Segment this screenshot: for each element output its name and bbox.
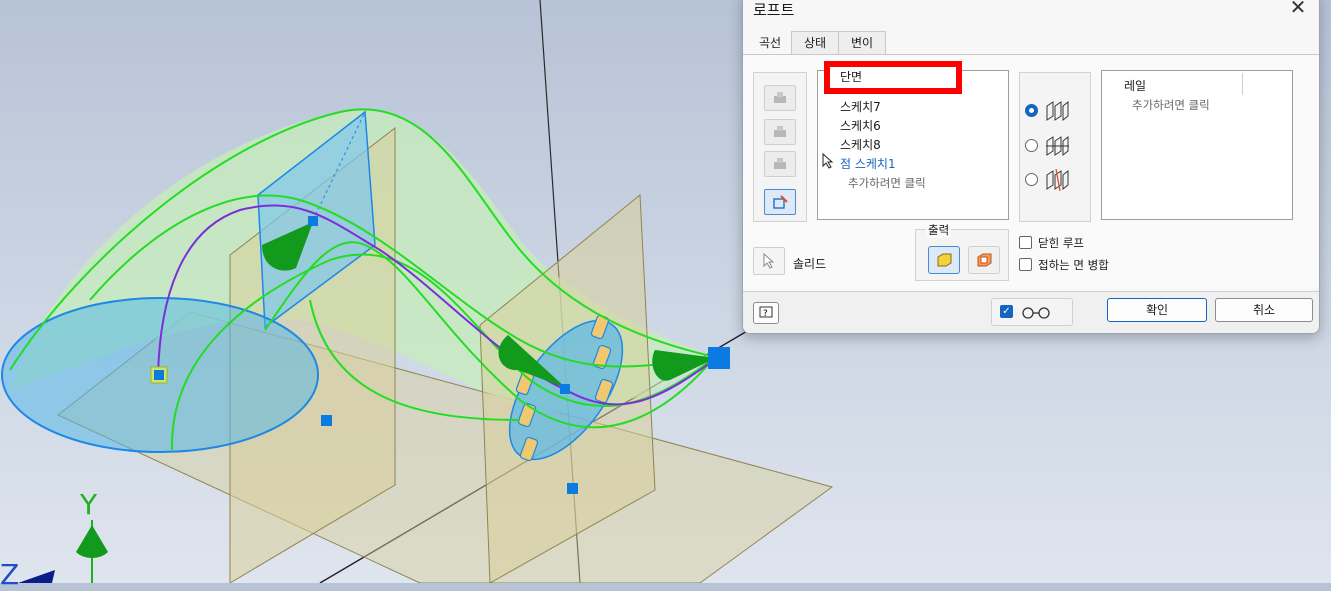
- preview-checkbox[interactable]: ✓: [1000, 305, 1013, 318]
- solid-output-icon: [937, 253, 952, 267]
- dialog-footer: ? ✓ 확인 취소: [743, 291, 1319, 333]
- center-line-mode-icon: [1046, 135, 1069, 157]
- remove-button[interactable]: [764, 151, 796, 177]
- sections-header: 단면: [840, 70, 863, 84]
- tab-conditions[interactable]: 상태: [791, 31, 839, 55]
- ok-button[interactable]: 확인: [1107, 298, 1207, 322]
- closed-loop-label: 닫힌 루프: [1038, 236, 1084, 250]
- loft-dialog: 로프트 ✕ 곡선 상태 변이 스케치7 스케치6 스케치8 점 스케치1 추가하…: [742, 0, 1320, 334]
- merge-tangent-checkbox[interactable]: [1019, 258, 1032, 271]
- rails-add-hint[interactable]: 추가하려면 클릭: [1132, 97, 1210, 113]
- close-icon[interactable]: ✕: [1287, 0, 1309, 19]
- rails-mode-icon: [1046, 100, 1069, 122]
- tab-transition[interactable]: 변이: [838, 31, 886, 55]
- list-item[interactable]: 스케치6: [840, 117, 881, 134]
- sections-header-highlight: 단면: [824, 61, 962, 94]
- output-group: 출력: [915, 222, 1009, 281]
- list-item-active[interactable]: 점 스케치1: [840, 155, 896, 172]
- tab-curves[interactable]: 곡선: [747, 31, 793, 56]
- surface-output-icon: [977, 253, 992, 267]
- list-item[interactable]: 스케치7: [840, 98, 881, 115]
- rail-type-radio-1[interactable]: [1025, 104, 1038, 117]
- output-surface-button[interactable]: [968, 246, 1000, 274]
- move-down-icon: [774, 126, 786, 137]
- move-up-button[interactable]: [764, 85, 796, 111]
- select-section-button[interactable]: [764, 189, 796, 215]
- cursor-icon: [822, 153, 834, 169]
- remove-icon: [774, 158, 786, 169]
- rail-type-options: [1019, 72, 1091, 222]
- sections-add-hint[interactable]: 추가하려면 클릭: [848, 175, 926, 191]
- glasses-icon: [1022, 307, 1050, 319]
- merge-tangent-label: 접하는 면 병합: [1038, 258, 1109, 272]
- move-up-icon: [774, 92, 786, 103]
- y-axis-cone: [76, 525, 108, 558]
- cancel-button[interactable]: 취소: [1215, 298, 1313, 322]
- closed-loop-checkbox[interactable]: [1019, 236, 1032, 249]
- rail-type-radio-2[interactable]: [1025, 139, 1038, 152]
- output-solid-button[interactable]: [928, 246, 960, 274]
- rails-header: 레일: [1124, 79, 1147, 93]
- dialog-title: 로프트: [753, 1, 795, 19]
- pointer-icon: [763, 253, 775, 269]
- output-label: 출력: [926, 222, 952, 238]
- area-loft-mode-icon: [1046, 169, 1069, 191]
- rails-list[interactable]: 레일 추가하려면 클릭: [1101, 70, 1293, 220]
- list-item[interactable]: 스케치8: [840, 136, 881, 153]
- profile-tools: [753, 72, 807, 222]
- axis-z-label: Z: [0, 558, 20, 591]
- solid-select-button[interactable]: [753, 247, 785, 275]
- help-button[interactable]: ?: [753, 302, 779, 324]
- preview-toggle[interactable]: ✓: [991, 298, 1073, 326]
- rail-type-radio-3[interactable]: [1025, 173, 1038, 186]
- z-axis-arrow: [18, 570, 55, 583]
- axis-y-label: Y: [80, 488, 98, 521]
- select-icon: [773, 195, 788, 209]
- svg-text:?: ?: [763, 309, 768, 319]
- help-icon: ?: [759, 306, 773, 319]
- move-down-button[interactable]: [764, 119, 796, 145]
- solid-label: 솔리드: [793, 257, 827, 271]
